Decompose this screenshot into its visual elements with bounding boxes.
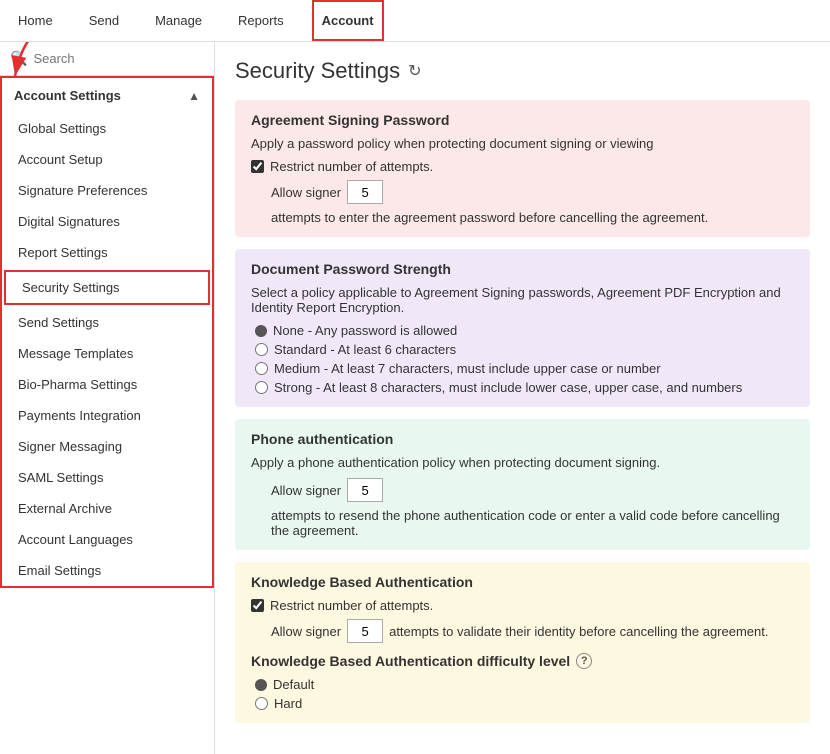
sidebar-item-signature-preferences[interactable]: Signature Preferences (2, 175, 212, 206)
refresh-icon[interactable]: ↻ (408, 61, 421, 81)
password-option-standard-label: Standard - At least 6 characters (274, 342, 456, 357)
kba-option-hard-label: Hard (274, 696, 302, 711)
sidebar-item-security-settings[interactable]: Security Settings (4, 270, 210, 305)
kba-restrict-label: Restrict number of attempts. (270, 598, 433, 613)
agreement-restrict-checkbox[interactable] (251, 160, 264, 173)
kba-option-default-label: Default (273, 677, 314, 692)
account-settings-label: Account Settings (14, 88, 121, 103)
kba-attempts-row: Allow signer 5 attempts to validate thei… (251, 619, 794, 643)
page-title: Security Settings ↻ (235, 58, 810, 84)
password-option-medium: Medium - At least 7 characters, must inc… (255, 361, 794, 376)
kba-attempts-after: attempts to validate their identity befo… (389, 624, 768, 639)
sidebar-item-biopharma[interactable]: Bio-Pharma Settings (2, 369, 212, 400)
phone-attempts-input[interactable]: 5 (347, 478, 383, 502)
sidebar-item-email-settings[interactable]: Email Settings (2, 555, 212, 586)
document-password-section: Document Password Strength Select a poli… (235, 249, 810, 407)
phone-attempts-before: Allow signer (271, 483, 341, 498)
nav-reports[interactable]: Reports (230, 0, 292, 41)
kba-option-hard: Hard (255, 696, 794, 711)
agreement-restrict-label: Restrict number of attempts. (270, 159, 433, 174)
phone-auth-subtitle: Apply a phone authentication policy when… (251, 455, 794, 470)
sidebar-item-account-languages[interactable]: Account Languages (2, 524, 212, 555)
kba-difficulty-row: Knowledge Based Authentication difficult… (251, 653, 794, 669)
phone-auth-section: Phone authentication Apply a phone authe… (235, 419, 810, 550)
sidebar-item-account-setup[interactable]: Account Setup (2, 144, 212, 175)
search-box: 🔍 (0, 42, 214, 76)
kba-radio-hard[interactable] (255, 697, 268, 710)
radio-filled-default (255, 679, 267, 691)
password-option-none-label: None - Any password is allowed (273, 323, 457, 338)
sidebar-item-digital-signatures[interactable]: Digital Signatures (2, 206, 212, 237)
password-radio-strong[interactable] (255, 381, 268, 394)
agreement-attempts-input[interactable]: 5 (347, 180, 383, 204)
document-password-subtitle: Select a policy applicable to Agreement … (251, 285, 794, 315)
password-strength-options: None - Any password is allowed Standard … (251, 323, 794, 395)
kba-attempts-before: Allow signer (271, 624, 341, 639)
document-password-title: Document Password Strength (251, 261, 794, 277)
sidebar-item-send-settings[interactable]: Send Settings (2, 307, 212, 338)
sidebar-items-list: Global Settings Account Setup Signature … (2, 113, 212, 586)
agreement-signing-subtitle: Apply a password policy when protecting … (251, 136, 794, 151)
nav-home[interactable]: Home (10, 0, 61, 41)
password-option-strong: Strong - At least 8 characters, must inc… (255, 380, 794, 395)
top-nav: Home Send Manage Reports Account (0, 0, 830, 42)
password-radio-medium[interactable] (255, 362, 268, 375)
account-settings-header[interactable]: Account Settings ▲ (2, 78, 212, 113)
kba-difficulty-label: Knowledge Based Authentication difficult… (251, 653, 570, 669)
agreement-attempts-before: Allow signer (271, 185, 341, 200)
nav-send[interactable]: Send (81, 0, 127, 41)
sidebar-item-payments[interactable]: Payments Integration (2, 400, 212, 431)
phone-auth-title: Phone authentication (251, 431, 794, 447)
nav-account[interactable]: Account (312, 0, 384, 41)
kba-section: Knowledge Based Authentication Restrict … (235, 562, 810, 723)
phone-attempts-after: attempts to resend the phone authenticat… (271, 508, 794, 538)
phone-attempts-row: Allow signer 5 attempts to resend the ph… (251, 478, 794, 538)
sidebar: 🔍 Account Settings ▲ Global Setti (0, 42, 215, 754)
radio-filled-none (255, 325, 267, 337)
agreement-attempts-after: attempts to enter the agreement password… (271, 210, 708, 225)
password-option-none: None - Any password is allowed (255, 323, 794, 338)
sidebar-item-saml[interactable]: SAML Settings (2, 462, 212, 493)
help-icon[interactable]: ? (576, 653, 592, 669)
search-icon: 🔍 (10, 50, 27, 67)
kba-attempts-input[interactable]: 5 (347, 619, 383, 643)
sidebar-item-report-settings[interactable]: Report Settings (2, 237, 212, 268)
main-content: Security Settings ↻ Agreement Signing Pa… (215, 42, 830, 754)
kba-restrict-checkbox[interactable] (251, 599, 264, 612)
main-layout: 🔍 Account Settings ▲ Global Setti (0, 42, 830, 754)
sidebar-item-external-archive[interactable]: External Archive (2, 493, 212, 524)
password-option-medium-label: Medium - At least 7 characters, must inc… (274, 361, 661, 376)
agreement-signing-section: Agreement Signing Password Apply a passw… (235, 100, 810, 237)
agreement-restrict-checkbox-row: Restrict number of attempts. (251, 159, 794, 174)
password-radio-standard[interactable] (255, 343, 268, 356)
chevron-up-icon: ▲ (188, 89, 200, 103)
kba-restrict-checkbox-row: Restrict number of attempts. (251, 598, 794, 613)
agreement-signing-title: Agreement Signing Password (251, 112, 794, 128)
agreement-attempts-row: Allow signer 5 attempts to enter the agr… (251, 180, 794, 225)
account-settings-section: Account Settings ▲ Global Settings Accou… (0, 76, 214, 588)
sidebar-item-message-templates[interactable]: Message Templates (2, 338, 212, 369)
nav-manage[interactable]: Manage (147, 0, 210, 41)
kba-option-default: Default (255, 677, 794, 692)
kba-title: Knowledge Based Authentication (251, 574, 794, 590)
sidebar-item-signer-messaging[interactable]: Signer Messaging (2, 431, 212, 462)
password-option-strong-label: Strong - At least 8 characters, must inc… (274, 380, 742, 395)
password-option-standard: Standard - At least 6 characters (255, 342, 794, 357)
page-title-text: Security Settings (235, 58, 400, 84)
kba-difficulty-options: Default Hard (251, 677, 794, 711)
search-input[interactable] (33, 51, 204, 66)
sidebar-item-global-settings[interactable]: Global Settings (2, 113, 212, 144)
